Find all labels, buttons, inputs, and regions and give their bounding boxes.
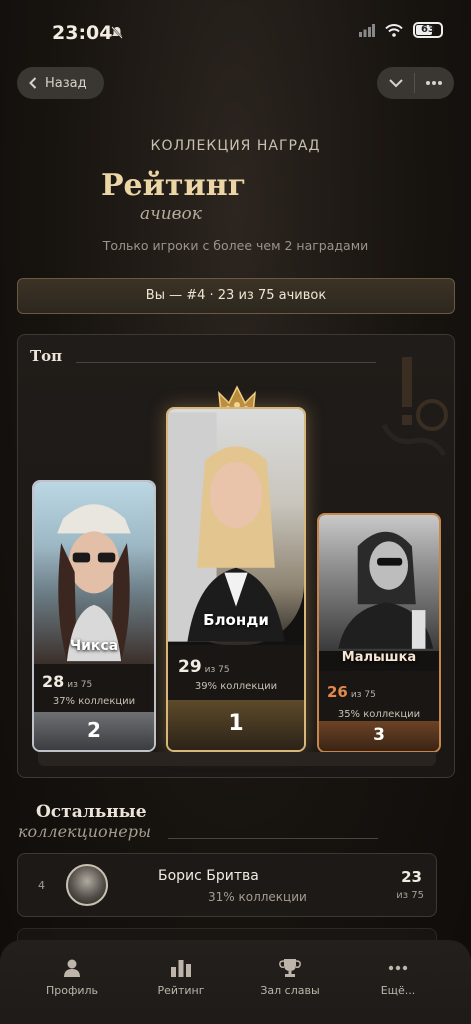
nav-label: Профиль	[45, 984, 99, 997]
eyebrow-label: КОЛЛЕКЦИЯ НАГРАД	[150, 138, 321, 154]
avatar	[66, 864, 108, 906]
bell-off-icon	[111, 26, 123, 39]
podium-first[interactable]: Блонди 29 из 75 39% коллекции 1	[166, 407, 306, 752]
nav-hall-of-fame[interactable]: Зал славы	[245, 958, 335, 997]
player-score: 28 из 75	[42, 672, 93, 691]
nav-label: Ещё...	[380, 984, 416, 997]
page-subtitle: ачивок	[140, 204, 202, 224]
player-photo	[168, 409, 304, 645]
status-time: 23:04	[52, 22, 113, 44]
player-name: Блонди	[203, 611, 269, 629]
top-label: Топ	[30, 347, 63, 365]
battery-level: 63	[421, 24, 435, 35]
chevron-down-icon[interactable]	[388, 78, 404, 88]
player-photo	[34, 482, 154, 664]
player-stats: 26 из 75 35% коллекции	[319, 671, 439, 727]
others-title: Остальные	[36, 802, 147, 822]
player-stats: 29 из 75 39% коллекции	[168, 645, 304, 701]
avatar	[57, 504, 131, 662]
bottom-nav: Профиль Рейтинг Зал славы Ещё...	[0, 940, 471, 1024]
back-label: Назад	[45, 75, 87, 91]
more-dots-icon	[388, 965, 408, 971]
back-button[interactable]: Назад	[17, 67, 104, 99]
top-card: Топ Чикса 28 из 75 37% коллекции 2 Блонд…	[17, 334, 455, 778]
page-caption: Только игроки с более чем 2 наградами	[102, 238, 369, 253]
wifi-icon	[385, 23, 403, 37]
chevron-left-icon	[29, 77, 37, 89]
row-score-of: из 75	[396, 890, 424, 901]
player-name: Малышка	[341, 650, 417, 665]
avatar	[168, 412, 285, 642]
player-collection-pct: 37% коллекции	[52, 696, 136, 707]
my-rank-banner: Вы — #4 · 23 из 75 ачивок	[17, 278, 455, 314]
signal-icon	[359, 23, 375, 37]
player-name: Чикса	[69, 638, 119, 654]
place-number: 3	[319, 721, 439, 751]
player-stats: 28 из 75 37% коллекции	[34, 664, 154, 714]
row-score: 23	[401, 868, 422, 886]
trophy-icon	[279, 959, 301, 977]
player-score: 26 из 75	[327, 683, 376, 701]
row-rank: 4	[38, 879, 45, 892]
podium-second[interactable]: Чикса 28 из 75 37% коллекции 2	[32, 480, 156, 752]
divider	[168, 838, 378, 839]
player-score: 29 из 75	[178, 657, 230, 677]
actions-pill	[377, 67, 454, 99]
player-photo	[319, 515, 439, 651]
row-name: Борис Бритва	[158, 868, 259, 884]
divider	[76, 362, 376, 363]
podium-base	[38, 752, 436, 766]
player-collection-pct: 39% коллекции	[194, 681, 278, 692]
pill-divider	[414, 73, 415, 93]
person-icon	[64, 959, 80, 977]
battery-icon: 63	[413, 22, 443, 38]
place-number: 1	[168, 700, 304, 750]
row-collection-pct: 31% коллекции	[208, 890, 307, 904]
place-number: 2	[34, 712, 154, 750]
page-title: Рейтинг	[101, 168, 247, 203]
nav-label: Зал славы	[260, 984, 320, 997]
status-icons: 63	[359, 22, 443, 38]
podium-third[interactable]: Малышка 26 из 75 35% коллекции 3	[317, 513, 441, 753]
nav-profile[interactable]: Профиль	[27, 958, 117, 997]
avatar	[338, 531, 434, 649]
others-subtitle: коллекционеры	[18, 822, 151, 841]
status-bar: 23:04 63	[0, 0, 471, 60]
nav-label: Рейтинг	[157, 984, 205, 997]
more-dots-icon[interactable]	[425, 80, 443, 86]
player-collection-pct: 35% коллекции	[337, 709, 421, 720]
list-item[interactable]: 4 Борис Бритва 31% коллекции 23 из 75	[17, 853, 437, 917]
nav-rating[interactable]: Рейтинг	[136, 958, 226, 997]
decorative-pattern-icon	[381, 357, 448, 457]
nav-more[interactable]: Ещё...	[353, 958, 443, 997]
bar-chart-icon	[171, 960, 191, 977]
